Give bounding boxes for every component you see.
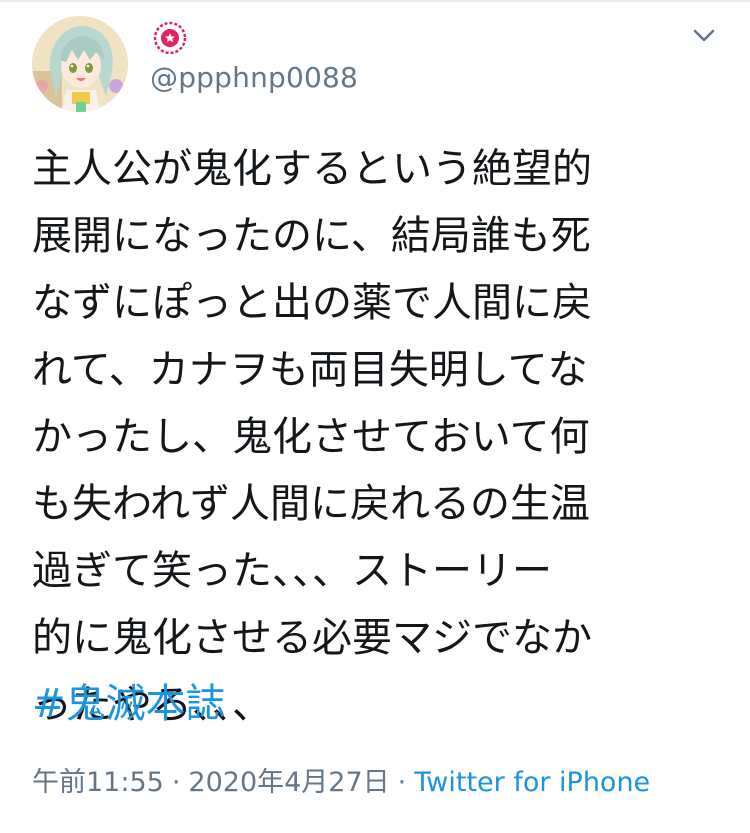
tweet-time: 午前11:55 <box>32 767 164 798</box>
meta-separator: · <box>171 767 181 798</box>
tweet-text: 主人公が鬼化するという絶望的 展開になったのに、結局誰も死 なずにぽっと出の薬で… <box>32 146 592 728</box>
tweet-date: 2020年4月27日 <box>188 767 390 798</box>
avatar[interactable] <box>32 16 128 112</box>
chevron-down-icon[interactable] <box>686 18 722 54</box>
hashtag-link[interactable]: #鬼滅本誌 <box>32 671 226 738</box>
meta-separator: · <box>397 767 407 798</box>
tweet-meta: 午前11:55 · 2020年4月27日 · Twitter for iPhone <box>32 763 650 803</box>
tweet: @ppphnp0088 主人公が鬼化するという絶望的 展開になったのに、結局誰も… <box>0 0 750 833</box>
tweet-source-link[interactable]: Twitter for iPhone <box>414 767 650 798</box>
top-divider <box>0 0 750 2</box>
user-handle[interactable]: @ppphnp0088 <box>150 58 358 98</box>
display-name-emblem-icon[interactable] <box>150 18 190 58</box>
